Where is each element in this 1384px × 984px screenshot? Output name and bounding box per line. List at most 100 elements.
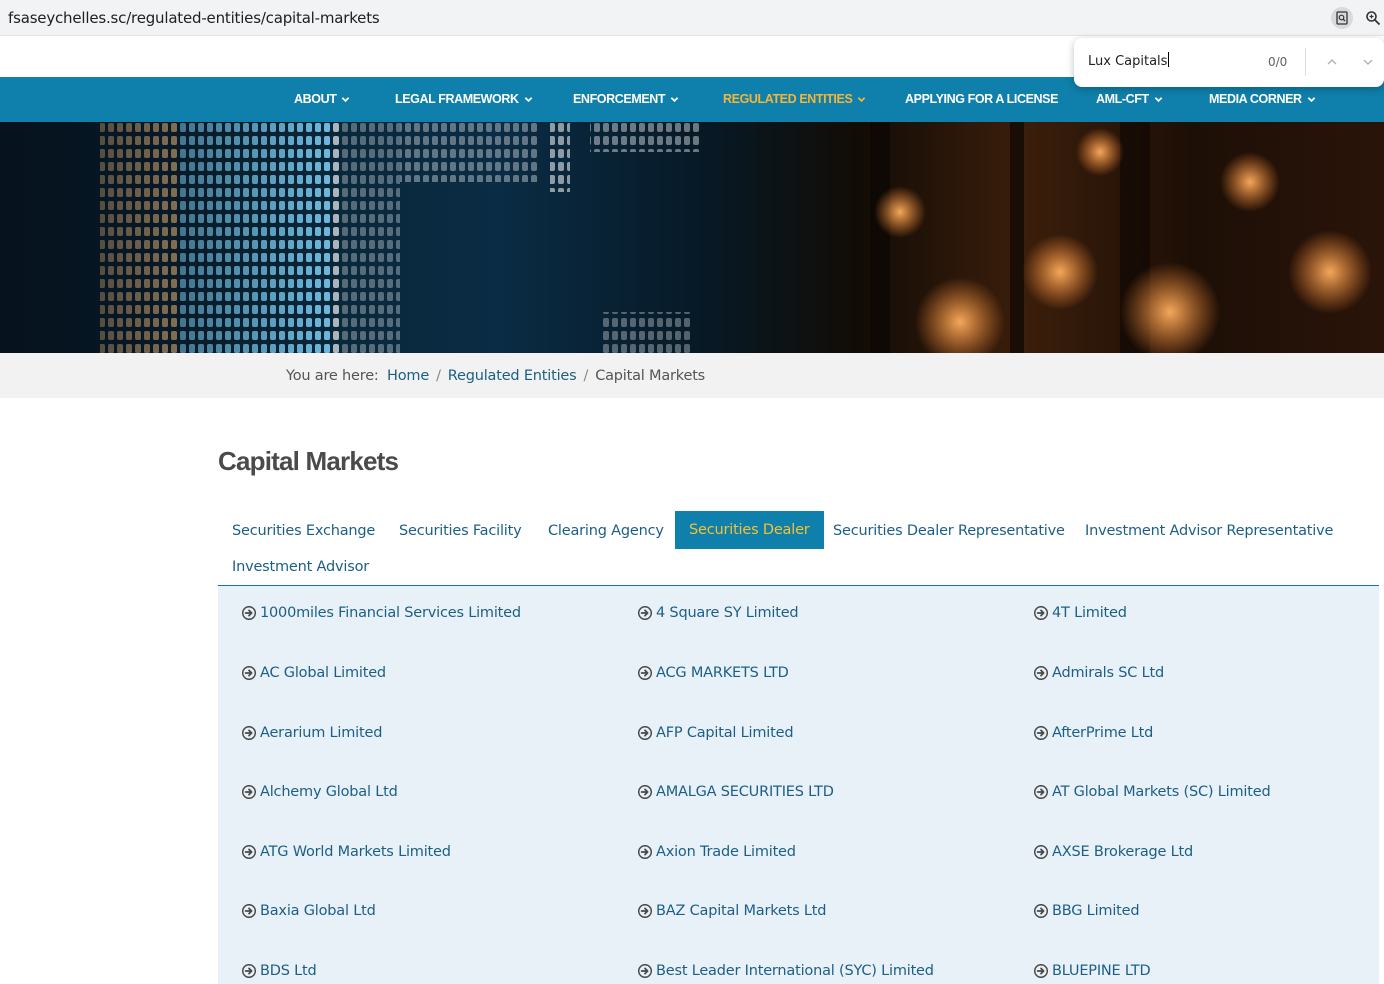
- nav-item-aml-cft[interactable]: AML-CFT: [1096, 92, 1163, 106]
- page-title: Capital Markets: [218, 446, 399, 476]
- find-input[interactable]: Lux Capitals: [1088, 52, 1258, 74]
- nav-item-label: ABOUT: [294, 92, 337, 106]
- circle-arrow-right-icon: [1034, 606, 1048, 620]
- entity-link[interactable]: AT Global Markets (SC) Limited: [1034, 784, 1271, 800]
- entity-name: 4T Limited: [1052, 605, 1127, 621]
- zoom-icon[interactable]: [1362, 7, 1384, 29]
- entity-name: AXSE Brokerage Ltd: [1052, 844, 1194, 860]
- circle-arrow-right-icon: [1034, 726, 1048, 740]
- entity-link[interactable]: BDS Ltd: [242, 963, 317, 979]
- entity-link[interactable]: Axion Trade Limited: [638, 844, 796, 860]
- circle-arrow-right-icon: [1034, 964, 1048, 978]
- nav-item-media-corner[interactable]: MEDIA CORNER: [1209, 92, 1316, 106]
- tab-investment-advisor-representative[interactable]: Investment Advisor Representative: [1071, 512, 1347, 550]
- nav-item-regulated-entities[interactable]: REGULATED ENTITIES: [723, 92, 866, 106]
- entity-link[interactable]: ATG World Markets Limited: [242, 844, 451, 860]
- entity-link[interactable]: Aerarium Limited: [242, 725, 382, 741]
- tab-securities-facility[interactable]: Securities Facility: [385, 512, 536, 550]
- hero-image: [0, 122, 1384, 353]
- entity-name: Alchemy Global Ltd: [260, 784, 398, 800]
- circle-arrow-right-icon: [638, 845, 652, 859]
- chevron-down-icon: [1363, 59, 1373, 65]
- nav-item-applying-for-a-license[interactable]: APPLYING FOR A LICENSE: [905, 92, 1058, 106]
- circle-arrow-right-icon: [242, 606, 256, 620]
- entity-link[interactable]: Baxia Global Ltd: [242, 903, 376, 919]
- chevron-down-icon: [1307, 96, 1315, 102]
- tab-securities-dealer-representative[interactable]: Securities Dealer Representative: [819, 512, 1079, 550]
- tab-clearing-agency[interactable]: Clearing Agency: [534, 512, 678, 550]
- entity-name: BDS Ltd: [260, 963, 317, 979]
- nav-item-label: ENFORCEMENT: [573, 92, 666, 106]
- circle-arrow-right-icon: [242, 904, 256, 918]
- breadcrumb-current: Capital Markets: [595, 368, 706, 384]
- entity-link[interactable]: Best Leader International (SYC) Limited: [638, 963, 934, 979]
- nav-item-legal-framework[interactable]: LEGAL FRAMEWORK: [395, 92, 533, 106]
- entity-name: BAZ Capital Markets Ltd: [656, 903, 827, 919]
- entity-link[interactable]: BLUEPINE LTD: [1034, 963, 1151, 979]
- circle-arrow-right-icon: [1034, 666, 1048, 680]
- entity-link[interactable]: AMALGA SECURITIES LTD: [638, 784, 834, 800]
- circle-arrow-right-icon: [242, 666, 256, 680]
- find-divider: [1305, 48, 1306, 76]
- nav-item-label: REGULATED ENTITIES: [723, 92, 853, 106]
- entity-name: Admirals SC Ltd: [1052, 665, 1164, 681]
- entity-link[interactable]: Alchemy Global Ltd: [242, 784, 398, 800]
- entity-link[interactable]: AFP Capital Limited: [638, 725, 794, 741]
- entity-link[interactable]: Admirals SC Ltd: [1034, 665, 1164, 681]
- entity-name: ATG World Markets Limited: [260, 844, 451, 860]
- entity-link[interactable]: 4T Limited: [1034, 605, 1127, 621]
- entity-link[interactable]: BAZ Capital Markets Ltd: [638, 903, 826, 919]
- entity-link[interactable]: 4 Square SY Limited: [638, 605, 799, 621]
- breadcrumb: You are here: Home / Regulated Entities / Ca…: [286, 368, 705, 384]
- nav-item-about[interactable]: ABOUT: [294, 92, 350, 106]
- circle-arrow-right-icon: [242, 964, 256, 978]
- nav-item-enforcement[interactable]: ENFORCEMENT: [573, 92, 679, 106]
- circle-arrow-right-icon: [242, 726, 256, 740]
- find-query: Lux Capitals: [1088, 54, 1168, 69]
- circle-arrow-right-icon: [242, 785, 256, 799]
- entity-link[interactable]: AC Global Limited: [242, 665, 386, 681]
- nav-item-label: APPLYING FOR A LICENSE: [905, 92, 1059, 106]
- entity-link[interactable]: AfterPrime Ltd: [1034, 725, 1153, 741]
- tab-securities-dealer[interactable]: Securities Dealer: [675, 511, 824, 549]
- hero-banner: [0, 122, 1384, 353]
- find-previous-button[interactable]: [1322, 52, 1342, 72]
- entity-link[interactable]: 1000miles Financial Services Limited: [242, 605, 521, 621]
- chevron-down-icon: [1154, 96, 1163, 102]
- chevron-down-icon: [670, 96, 679, 102]
- find-in-page-icon[interactable]: [1331, 7, 1353, 29]
- entity-name: AC Global Limited: [260, 665, 386, 681]
- breadcrumb-regulated-entities-link[interactable]: Regulated Entities: [448, 368, 577, 384]
- circle-arrow-right-icon: [242, 845, 256, 859]
- circle-arrow-right-icon: [638, 666, 652, 680]
- entity-name: Best Leader International (SYC) Limited: [656, 963, 934, 979]
- breadcrumb-prefix: You are here:: [286, 368, 379, 384]
- entity-name: AMALGA SECURITIES LTD: [656, 784, 834, 800]
- circle-arrow-right-icon: [638, 964, 652, 978]
- entity-link[interactable]: ACG MARKETS LTD: [638, 665, 789, 681]
- circle-arrow-right-icon: [638, 606, 652, 620]
- text-caret: [1168, 52, 1170, 67]
- entity-name: ACG MARKETS LTD: [656, 665, 789, 681]
- entity-link[interactable]: BBG Limited: [1034, 903, 1140, 919]
- find-match-count: 0/0: [1268, 55, 1288, 69]
- browser-address-bar: fsaseychelles.sc/regulated-entities/capi…: [0, 0, 1384, 36]
- entity-name: BBG Limited: [1052, 903, 1140, 919]
- chevron-down-icon: [342, 96, 350, 102]
- find-next-button[interactable]: [1358, 52, 1378, 72]
- tab-investment-advisor[interactable]: Investment Advisor: [218, 548, 383, 586]
- breadcrumb-home-link[interactable]: Home: [387, 368, 429, 384]
- circle-arrow-right-icon: [638, 726, 652, 740]
- circle-arrow-right-icon: [1034, 785, 1048, 799]
- chevron-down-icon: [858, 96, 866, 102]
- breadcrumb-separator: /: [436, 368, 441, 384]
- nav-item-label: AML-CFT: [1096, 92, 1149, 106]
- url-text[interactable]: fsaseychelles.sc/regulated-entities/capi…: [8, 9, 380, 27]
- entity-name: BLUEPINE LTD: [1052, 963, 1151, 979]
- chevron-up-icon: [1327, 59, 1337, 65]
- tab-securities-exchange[interactable]: Securities Exchange: [218, 512, 389, 550]
- circle-arrow-right-icon: [638, 904, 652, 918]
- entity-name: 1000miles Financial Services Limited: [260, 605, 521, 621]
- entity-name: 4 Square SY Limited: [656, 605, 799, 621]
- entity-link[interactable]: AXSE Brokerage Ltd: [1034, 844, 1193, 860]
